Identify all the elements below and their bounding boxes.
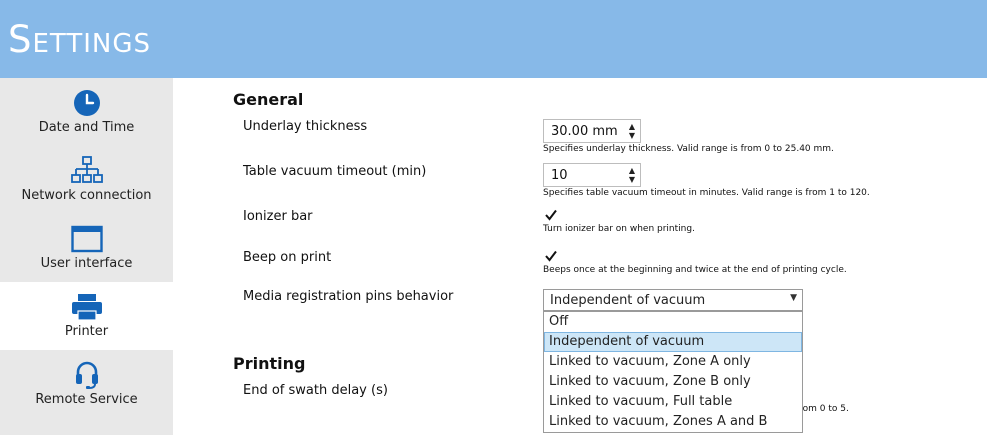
chevron-down-icon[interactable]: ▼ (790, 293, 797, 303)
beep-on-print-checkbox[interactable] (544, 249, 558, 263)
sidebar-item-label: Remote Service (35, 392, 138, 407)
media-pins-selected-value: Independent of vacuum (550, 293, 706, 308)
window-icon (70, 225, 103, 253)
clock-icon (73, 90, 100, 116)
sidebar-item-label: Network connection (21, 188, 152, 203)
underlay-thickness-stepper[interactable]: 30.00 mm ▲ ▼ (543, 119, 641, 143)
header-bar: Settings (0, 0, 987, 78)
dropdown-option[interactable]: Linked to vacuum, Zone A only (544, 352, 802, 372)
dropdown-option-selected[interactable]: Independent of vacuum (544, 332, 802, 352)
vacuum-timeout-label: Table vacuum timeout (min) (243, 164, 427, 179)
headset-icon (75, 361, 98, 389)
sidebar-item-printer[interactable]: Printer (0, 282, 173, 350)
stepper-arrows-icon[interactable]: ▲ ▼ (627, 122, 637, 140)
ionizer-bar-label: Ionizer bar (243, 209, 313, 224)
printer-icon (71, 294, 102, 321)
dropdown-option[interactable]: Linked to vacuum, Zones A and B (544, 412, 802, 432)
media-pins-label: Media registration pins behavior (243, 289, 454, 304)
sidebar-item-date-and-time[interactable]: Date and Time (0, 78, 173, 146)
page-title: Settings (8, 18, 151, 61)
vacuum-timeout-stepper[interactable]: 10 ▲ ▼ (543, 163, 641, 187)
sidebar-item-user-interface[interactable]: User interface (0, 214, 173, 282)
beep-on-print-hint: Beeps once at the beginning and twice at… (543, 265, 847, 275)
stepper-arrows-icon[interactable]: ▲ ▼ (627, 166, 637, 184)
dropdown-option[interactable]: Linked to vacuum, Full table (544, 392, 802, 412)
media-pins-dropdown-list: Off Independent of vacuum Linked to vacu… (543, 311, 803, 433)
sidebar-item-label: Printer (64, 324, 109, 339)
section-title-general: General (233, 90, 304, 109)
vacuum-timeout-hint: Specifies table vacuum timeout in minute… (543, 188, 870, 198)
underlay-thickness-value: 30.00 mm (551, 124, 618, 139)
underlay-thickness-label: Underlay thickness (243, 119, 368, 134)
beep-on-print-label: Beep on print (243, 250, 332, 265)
vacuum-timeout-value: 10 (551, 168, 568, 183)
network-icon (70, 156, 103, 183)
section-title-printing: Printing (233, 354, 306, 373)
ionizer-bar-hint: Turn ionizer bar on when printing. (543, 224, 695, 234)
swath-delay-label: End of swath delay (s) (243, 383, 388, 398)
dropdown-option[interactable]: Linked to vacuum, Zone B only (544, 372, 802, 392)
swath-delay-hint: from 0 to 5. (796, 404, 849, 414)
sidebar-item-remote-service[interactable]: Remote Service (0, 350, 173, 418)
sidebar-item-label: User interface (40, 256, 133, 271)
ionizer-bar-checkbox[interactable] (544, 208, 558, 222)
dropdown-option[interactable]: Off (544, 312, 802, 332)
sidebar-item-label: Date and Time (38, 120, 135, 135)
underlay-thickness-hint: Specifies underlay thickness. Valid rang… (543, 144, 834, 154)
settings-content: General Underlay thickness 30.00 mm ▲ ▼ S… (173, 78, 987, 435)
sidebar: Date and Time Network connection User in… (0, 78, 173, 435)
media-pins-select[interactable]: Independent of vacuum ▼ (543, 289, 803, 311)
sidebar-item-network-connection[interactable]: Network connection (0, 146, 173, 214)
